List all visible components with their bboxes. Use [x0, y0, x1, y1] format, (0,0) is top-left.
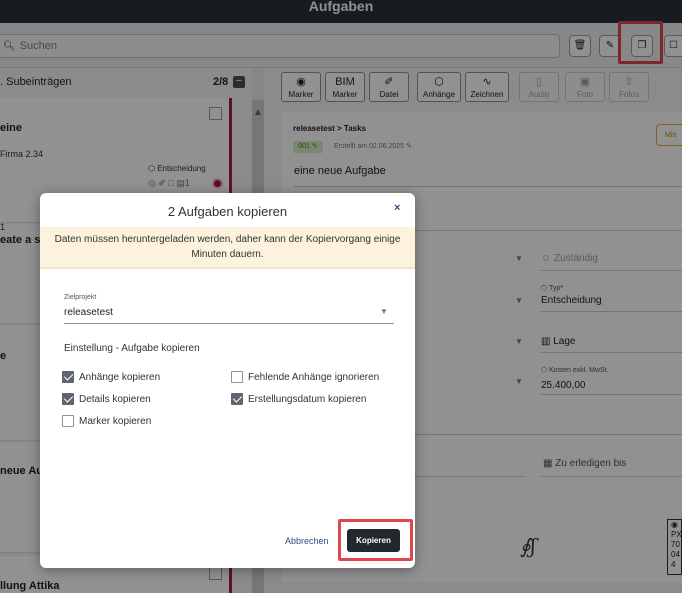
close-icon[interactable]: ×: [394, 202, 400, 214]
option-label: Marker kopieren: [79, 416, 152, 427]
target-project-label: Zielprojekt: [64, 294, 97, 301]
option-label: Details kopieren: [79, 394, 151, 405]
chevron-down-icon[interactable]: ▼: [380, 307, 388, 316]
dialog-title: 2 Aufgaben kopieren: [167, 204, 288, 219]
cancel-button[interactable]: Abbrechen: [285, 536, 329, 546]
option-label: Erstellungsdatum kopieren: [248, 394, 367, 405]
highlight-confirm-button: [338, 519, 413, 561]
option-label: Fehlende Anhänge ignorieren: [248, 372, 380, 383]
option-label: Anhänge kopieren: [79, 372, 161, 383]
settings-section-title: Einstellung - Aufgabe kopieren: [64, 343, 200, 354]
copy-tasks-dialog: 2 Aufgaben kopieren × Daten müssen herun…: [40, 193, 415, 568]
checkbox[interactable]: [62, 393, 74, 405]
checkbox[interactable]: [62, 415, 74, 427]
checkbox[interactable]: [62, 371, 74, 383]
checkbox[interactable]: [231, 371, 243, 383]
target-project-select[interactable]: releasetest: [64, 307, 113, 318]
download-warning: Daten müssen heruntergeladen werden, dah…: [40, 227, 415, 269]
checkbox[interactable]: [231, 393, 243, 405]
select-underline: [64, 323, 394, 324]
